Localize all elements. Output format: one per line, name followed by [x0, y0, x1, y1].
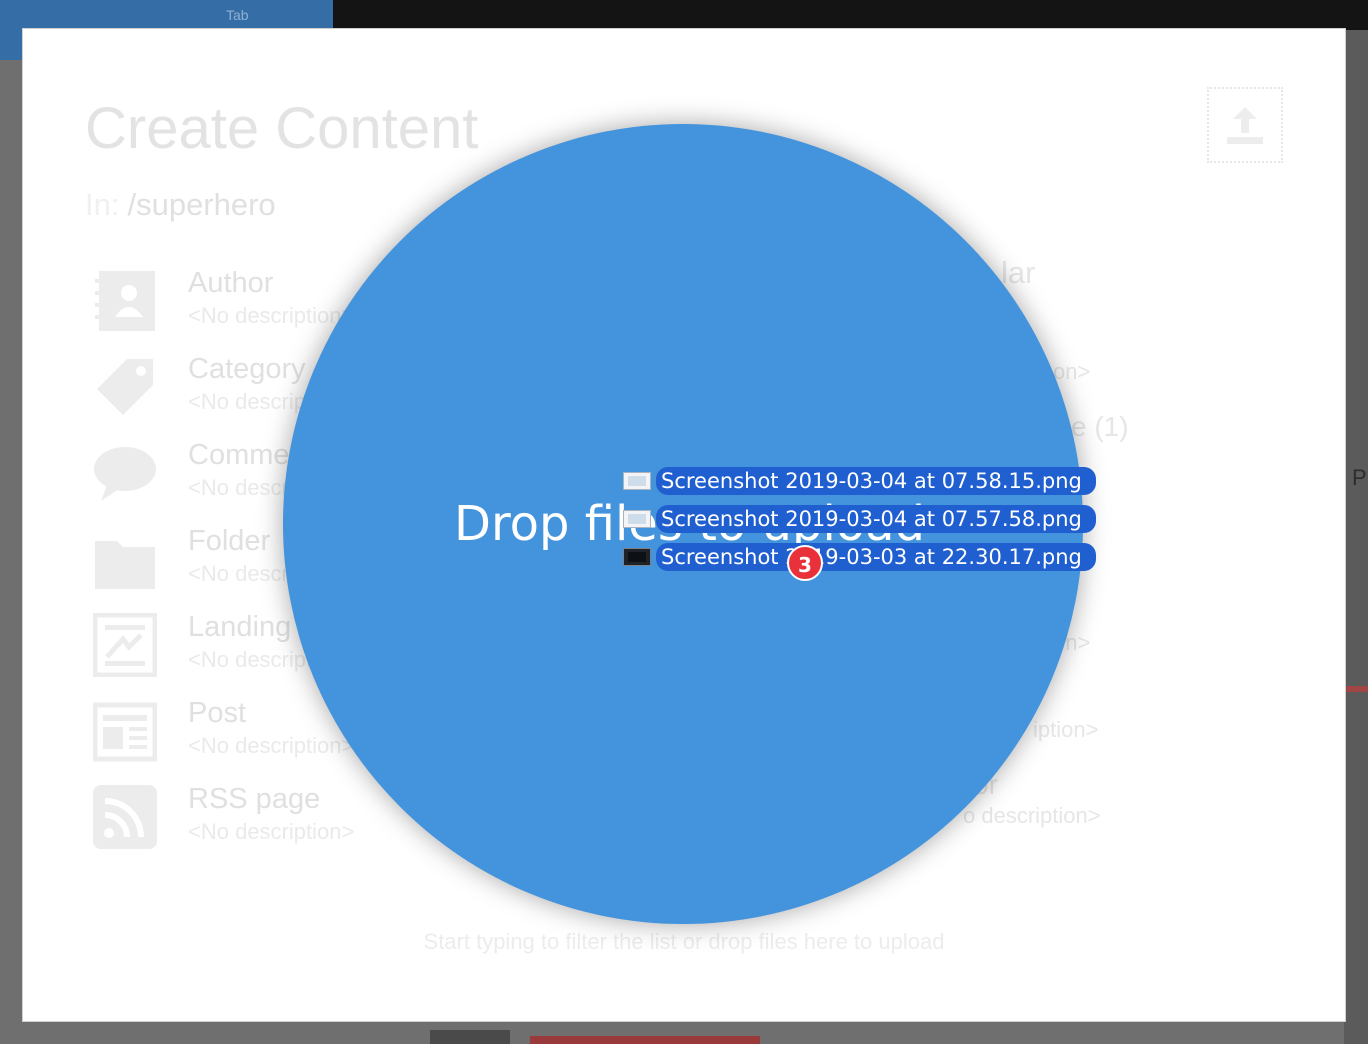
content-type-name: Post — [188, 697, 247, 729]
content-type-name: Landing — [188, 611, 292, 643]
path-value: /superhero — [127, 187, 276, 222]
upload-button[interactable] — [1207, 87, 1283, 163]
content-type-description: <No description> — [188, 819, 355, 844]
content-type-name: Category — [188, 353, 306, 385]
content-type-description: <No description> — [188, 733, 355, 758]
folder-icon — [95, 541, 155, 589]
right-column-title-fragment: lar — [1001, 255, 1036, 290]
filter-hint: Start typing to filter the list or drop … — [423, 929, 945, 954]
content-path: In:/superhero — [85, 187, 276, 223]
content-type-name: Folder — [188, 525, 271, 557]
rss-icon — [93, 785, 157, 849]
path-prefix: In: — [85, 187, 120, 222]
post-icon — [93, 702, 157, 762]
comment-icon — [94, 447, 156, 501]
image-file-icon — [623, 510, 651, 528]
image-file-icon — [623, 472, 651, 490]
author-icon — [95, 271, 155, 331]
content-type-description: <No description> — [188, 303, 355, 328]
background-right-panel — [1344, 30, 1368, 1044]
right-column-description-fragment: iption> — [1033, 717, 1099, 742]
right-column-name-fragment: e (1) — [1071, 411, 1129, 442]
content-type-name: Author — [188, 267, 274, 299]
background-bottom-link — [530, 1036, 760, 1044]
dragged-file-name: Screenshot 2019-03-04 at 07.57.58.png — [656, 505, 1096, 533]
content-type-name: RSS page — [188, 783, 321, 815]
image-file-icon — [623, 548, 651, 566]
upload-icon — [1227, 107, 1263, 144]
dragged-file-name: Screenshot 2019-03-03 at 22.30.17.png — [656, 543, 1096, 571]
landing-page-icon — [93, 613, 157, 677]
dragged-file-count-badge: 3 — [787, 545, 823, 581]
dragged-file-name: Screenshot 2019-03-04 at 07.58.15.png — [656, 467, 1096, 495]
dialog-title: Create Content — [85, 96, 479, 161]
background-tab-label: Tab — [226, 7, 249, 23]
background-bottom-text — [430, 1030, 510, 1044]
right-column-description-fragment: on> — [1053, 359, 1091, 384]
right-column-description-fragment: o description> — [963, 803, 1101, 828]
background-red-marker — [1346, 686, 1368, 692]
background-right-glyph: P — [1352, 465, 1367, 490]
tag-icon — [97, 359, 153, 415]
